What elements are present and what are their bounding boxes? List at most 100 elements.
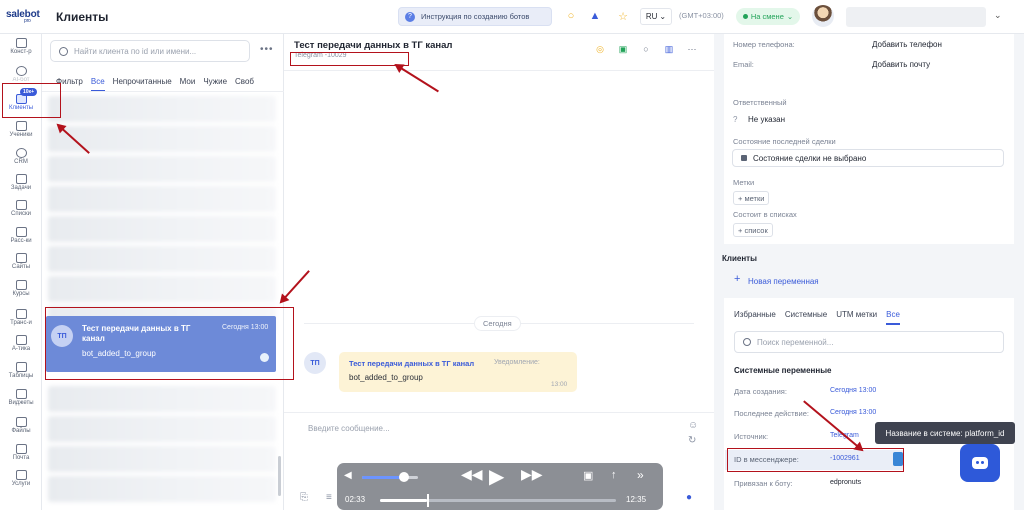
nav-broadcast[interactable]: Транс-и (0, 309, 42, 326)
add-tag-button[interactable]: + метки (733, 191, 770, 205)
nav-lists[interactable]: Списки (0, 200, 42, 217)
client-list (48, 96, 276, 506)
template-icon[interactable]: ≡ (326, 492, 332, 503)
broadcast-icon (15, 309, 27, 319)
tab-utm[interactable]: UTM метки (836, 310, 877, 325)
list-item[interactable] (48, 276, 276, 302)
selected-chat-item[interactable]: ТП Тест передачи данных в ТГ канал Сегод… (46, 316, 276, 372)
list-item[interactable] (48, 386, 276, 412)
contacts-card: Номер телефона: Добавить телефон Email: … (724, 34, 1014, 96)
add-email-button[interactable]: Добавить почту (872, 60, 930, 69)
message-input[interactable]: Введите сообщение... (308, 424, 390, 433)
tab-all[interactable]: Все (886, 310, 900, 325)
variable-tabs: Избранные Системные UTM метки Все (734, 310, 900, 325)
list-item[interactable] (48, 476, 276, 502)
chat-avatar: ТП (51, 325, 73, 347)
tab-all[interactable]: Все (90, 77, 105, 91)
forward-icon[interactable]: ▶▶ (521, 466, 543, 483)
total-time: 12:35 (626, 495, 647, 504)
nav-files[interactable]: Файлы (0, 417, 42, 434)
scrollbar[interactable] (278, 456, 281, 496)
students-icon (15, 121, 27, 131)
user-name-blurred[interactable] (846, 7, 986, 27)
nav-tasks[interactable]: Задачи (0, 174, 42, 191)
nav-analytics[interactable]: А-тика (0, 335, 42, 352)
more-controls-icon[interactable]: » (637, 468, 644, 482)
telegram-icon (260, 353, 269, 362)
new-variable-button[interactable]: Новая переменная (748, 277, 819, 286)
nav-ai-bot[interactable]: AI-бот (0, 66, 42, 83)
nav-tables[interactable]: Таблицы (0, 362, 42, 379)
nav-constructor[interactable]: Конст-р (0, 38, 42, 55)
volume-knob[interactable] (399, 472, 409, 482)
refresh-icon[interactable]: ↻ (688, 435, 698, 446)
sidebar-toggle-icon[interactable]: ▥ (663, 43, 675, 55)
nav-courses[interactable]: Курсы (0, 280, 42, 297)
more-icon[interactable]: ⋯ (686, 43, 698, 55)
list-item[interactable] (48, 126, 276, 152)
search-icon[interactable]: ○ (640, 43, 652, 55)
progress-knob[interactable] (427, 494, 430, 507)
tab-others[interactable]: Чужие (203, 77, 227, 86)
guide-button[interactable]: ? Инструкция по созданию ботов (398, 7, 552, 26)
tab-favorites[interactable]: Избранные (734, 310, 776, 325)
add-phone-button[interactable]: Добавить телефон (872, 40, 942, 49)
phone-label: Номер телефона: (733, 40, 795, 49)
microphone-icon[interactable]: ● (686, 492, 692, 503)
responsible-select[interactable]: Не указан (748, 115, 785, 124)
emoji-icon[interactable]: ☺ (688, 420, 698, 431)
tab-unread[interactable]: Непрочитанные (113, 77, 172, 86)
bell-icon[interactable]: ▲ (588, 9, 602, 23)
chevron-down-icon[interactable]: ⌄ (994, 10, 1002, 21)
list-item[interactable] (48, 156, 276, 182)
volume-icon[interactable]: ◀ (344, 470, 352, 481)
list-item[interactable] (48, 96, 276, 122)
pause-icon[interactable]: ◎ (594, 43, 606, 55)
deal-state-select[interactable]: Состояние сделки не выбрано (732, 149, 1004, 167)
nav-sites[interactable]: Сайты (0, 253, 42, 270)
nav-crm[interactable]: CRM (0, 148, 42, 165)
filter-tabs: Фильтр Все Непрочитанные Мои Чужие Своб (42, 72, 284, 92)
nav-mailing[interactable]: Расс-ки (0, 227, 42, 244)
status-badge[interactable]: На смене ⌄ (736, 8, 800, 25)
list-item[interactable] (48, 416, 276, 442)
bot-assistant-button[interactable] (960, 444, 1000, 482)
tab-free[interactable]: Своб (235, 77, 254, 86)
tab-mine[interactable]: Мои (180, 77, 196, 86)
star-icon[interactable]: ☆ (616, 9, 630, 23)
save-icon[interactable]: ▣ (617, 43, 629, 55)
client-search-input[interactable]: Найти клиента по id или имени... (50, 40, 250, 62)
tab-system[interactable]: Системные (785, 310, 827, 325)
add-list-button[interactable]: + список (733, 223, 773, 237)
attach-icon[interactable]: ⎘ (300, 492, 308, 503)
messenger-id-value[interactable]: -1002961 (830, 455, 860, 462)
nav-students[interactable]: Ученики (0, 121, 42, 138)
logo[interactable]: salebot pro (6, 9, 40, 24)
chat-subtitle[interactable]: Telegram -10029 (294, 52, 347, 59)
more-icon[interactable]: ••• (260, 44, 274, 55)
list-item[interactable] (48, 246, 276, 272)
list-item[interactable] (48, 446, 276, 472)
nav-clients[interactable]: Клиенты (0, 94, 42, 111)
nav-mail[interactable]: Почта (0, 444, 42, 461)
nav-services[interactable]: Услуги (0, 470, 42, 487)
guide-button-label: Инструкция по созданию ботов (421, 12, 530, 21)
list-item[interactable] (48, 216, 276, 242)
share-icon[interactable]: ↑ (611, 469, 617, 481)
filter-button[interactable]: Фильтр (56, 77, 83, 86)
deal-state-icon (741, 155, 747, 161)
copy-icon[interactable] (893, 452, 903, 466)
variable-search-input[interactable]: Поиск переменной... (734, 331, 1004, 353)
nav-widgets[interactable]: Виджеты (0, 389, 42, 406)
pip-icon[interactable]: ▣ (583, 469, 593, 482)
plus-icon: + (734, 273, 741, 285)
message-bubble[interactable]: Тест передачи данных в ТГ канал Уведомле… (339, 352, 577, 392)
rewind-icon[interactable]: ◀◀ (461, 466, 483, 483)
files-icon (15, 417, 27, 427)
avatar[interactable] (812, 5, 834, 27)
language-select[interactable]: RU ⌄ (640, 8, 672, 25)
lightbulb-icon[interactable]: ○ (564, 9, 578, 23)
list-item[interactable] (48, 186, 276, 212)
message-avatar: ТП (304, 352, 326, 374)
play-icon[interactable]: ▶ (489, 464, 504, 489)
